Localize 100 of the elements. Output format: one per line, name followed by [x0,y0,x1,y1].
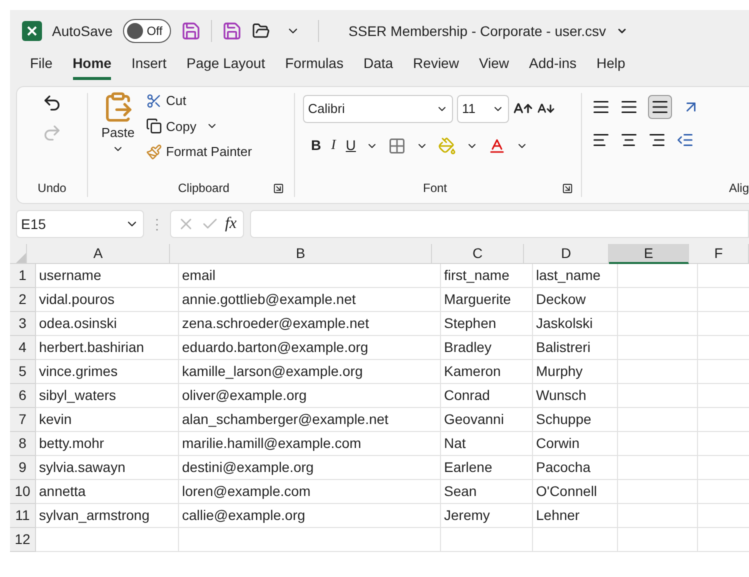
row-header[interactable]: 1 [10,264,36,288]
table-cell: annetta [36,480,179,504]
font-name-field[interactable]: Calibri [303,95,453,123]
table-cell: Schuppe [533,408,618,432]
paste-button[interactable]: Paste [98,91,138,162]
row-header[interactable]: 10 [10,480,36,504]
row-header[interactable]: 11 [10,504,36,528]
table-cell: sylvia.sawayn [36,456,179,480]
column-header[interactable]: F [689,244,749,264]
group-label: Clipboard [178,180,230,197]
row-header[interactable]: 4 [10,336,36,360]
align-bottom-icon[interactable] [648,95,672,119]
align-right-icon[interactable] [648,131,666,149]
table-cell: Sean [441,480,533,504]
row-header[interactable]: 9 [10,456,36,480]
cut-button[interactable]: Cut [146,91,252,110]
copy-icon [146,118,162,134]
dialog-launcher-icon[interactable] [273,182,284,194]
table-cell: last_name [533,264,618,288]
table-cell: Conrad [441,384,533,408]
table-cell: destini@example.org [179,456,441,480]
table-cell: callie@example.org [179,504,441,528]
table-cell: Jeremy [441,504,533,528]
row-header[interactable]: 7 [10,408,36,432]
ribbon-tab[interactable]: File [30,53,53,80]
row-header[interactable]: 8 [10,432,36,456]
table-cell: Earlene [441,456,533,480]
decrease-indent-icon[interactable] [676,131,694,149]
column-header[interactable]: B [170,244,432,264]
table-cell: alan_schamberger@example.net [179,408,441,432]
align-top-icon[interactable] [592,98,610,116]
table-cell: username [36,264,179,288]
table-cell: kevin [36,408,179,432]
autosave-label: AutoSave [52,22,113,40]
table-cell: zena.schroeder@example.net [179,312,441,336]
fill-color-icon[interactable] [438,136,456,154]
formula-field[interactable] [250,210,749,238]
copy-button[interactable]: Copy [146,116,252,136]
table-cell: loren@example.com [179,480,441,504]
table-cell: vince.grimes [36,360,179,384]
undo-icon[interactable] [42,93,62,113]
font-style-button[interactable]: I [331,135,336,156]
save-icon[interactable] [180,21,201,41]
row-header[interactable]: 2 [10,288,36,312]
align-center-icon[interactable] [620,131,638,149]
open-folder-icon[interactable] [252,22,270,40]
row-header[interactable]: 6 [10,384,36,408]
save-icon[interactable] [222,21,242,41]
table-cell: sylvan_armstrong [36,504,179,528]
row-header[interactable]: 12 [10,528,36,552]
font-size-field[interactable]: 11 [457,95,509,123]
table-cell: Wunsch [533,384,618,408]
format-painter-button[interactable]: Format Painter [146,142,252,162]
table-cell: Lehner [533,504,618,528]
align-middle-icon[interactable] [620,98,638,116]
table-cell: eduardo.barton@example.org [179,336,441,360]
font-style-button[interactable]: U [346,135,356,156]
column-header[interactable]: A [27,244,170,264]
table-cell: Kameron [441,360,533,384]
window-title: SSER Membership - Corporate - user.csv [348,22,606,41]
font-color-icon[interactable] [488,136,506,154]
table-cell: Jaskolski [533,312,618,336]
column-header[interactable]: E [609,244,689,264]
table-cell: kamille_larson@example.org [179,360,441,384]
table-cell: Geovanni [441,408,533,432]
ribbon-tab[interactable]: Page Layout [186,53,266,80]
table-cell: oliver@example.org [179,384,441,408]
group-label: Font [423,180,448,197]
table-cell: sibyl_waters [36,384,179,408]
row-header[interactable]: 3 [10,312,36,336]
name-box[interactable]: E15 [16,210,144,238]
table-cell: email [179,264,441,288]
align-left-icon[interactable] [592,131,610,149]
table-cell: annie.gottlieb@example.net [179,288,441,312]
autosave-toggle[interactable]: Off [122,19,171,43]
dialog-launcher-icon[interactable] [562,182,573,194]
ribbon-tab[interactable]: Add-ins [529,53,577,80]
ribbon-tab[interactable]: Data [363,53,394,80]
ribbon-tab[interactable]: Review [413,53,459,80]
table-cell: Nat [441,432,533,456]
table-cell: Murphy [533,360,618,384]
font-style-button[interactable]: B [311,135,322,156]
paintbrush-icon [146,144,162,160]
table-cell: Balistreri [533,336,618,360]
insert-function-button[interactable]: fx [225,212,237,236]
table-cell: odea.osinski [36,312,179,336]
column-header[interactable]: C [432,244,524,264]
table-cell: Corwin [533,432,618,456]
ribbon-tab[interactable]: Formulas [285,53,344,80]
table-cell: O'Connell [533,480,618,504]
row-header[interactable]: 5 [10,360,36,384]
ribbon-tab[interactable]: View [478,53,510,80]
excel-logo-icon [22,21,42,41]
borders-icon[interactable] [388,136,406,154]
table-cell: herbert.bashirian [36,336,179,360]
ribbon-tab[interactable]: Insert [131,53,166,80]
ribbon-tab[interactable]: Help [596,53,626,80]
table-cell: marilie.hamill@example.com [179,432,441,456]
ribbon-tab[interactable]: Home [72,53,112,80]
group-label: Alig [728,180,749,197]
